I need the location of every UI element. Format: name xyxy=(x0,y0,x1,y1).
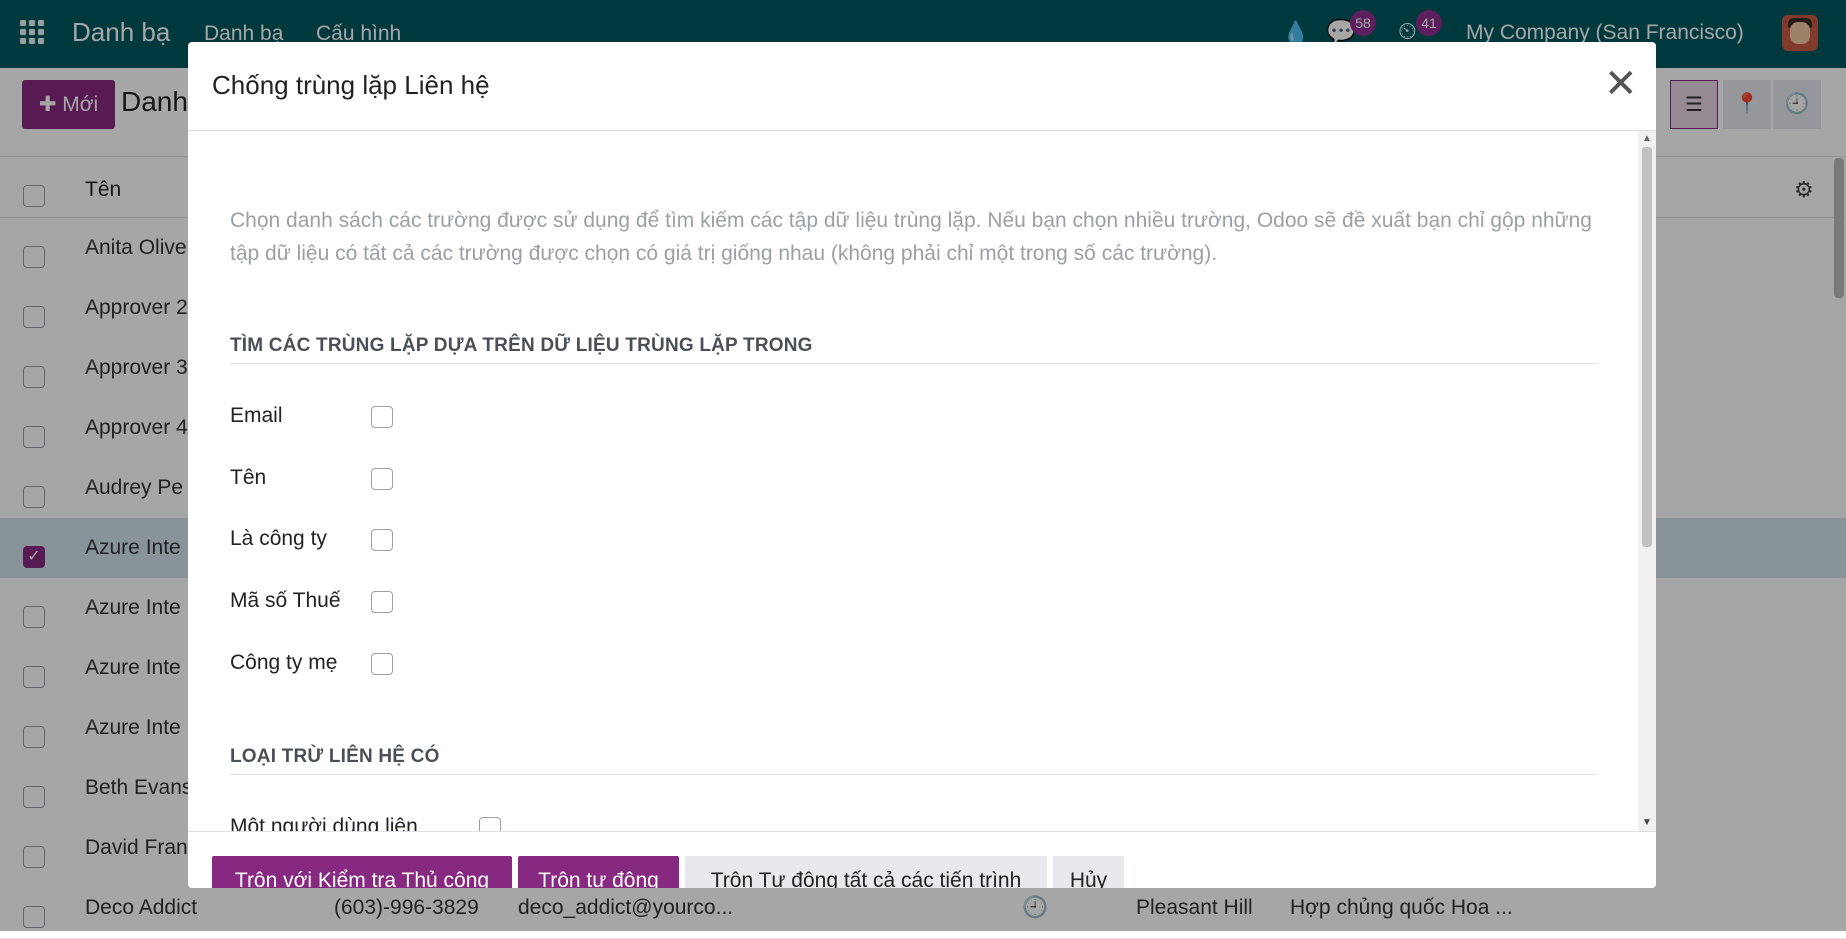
merge-contacts-dialog: Chống trùng lặp Liên hệ ✕ Chọn danh sách… xyxy=(188,42,1656,888)
section-duplicate-fields: TÌM CÁC TRÙNG LẶP DỰA TRÊN DỮ LIỆU TRÙNG… xyxy=(230,335,813,356)
field-label-email: Email xyxy=(230,404,283,427)
field-label-name: Tên xyxy=(230,466,267,489)
field-label-vat: Mã số Thuế xyxy=(230,589,341,612)
section-divider xyxy=(230,774,1598,775)
dialog-scrollbar-thumb[interactable] xyxy=(1642,147,1652,547)
user-linked-checkbox[interactable] xyxy=(479,817,501,831)
dialog-footer: Trộn với Kiểm tra Thủ công Trộn tự động … xyxy=(188,831,1656,888)
dialog-header: Chống trùng lặp Liên hệ ✕ xyxy=(188,42,1656,131)
field-label-parent-company: Công ty mẹ xyxy=(230,651,338,674)
parent-company-checkbox[interactable] xyxy=(371,653,393,675)
dialog-body: Chọn danh sách các trường được sử dụng đ… xyxy=(188,131,1638,831)
field-label-is-company: Là công ty xyxy=(230,527,327,550)
vat-checkbox[interactable] xyxy=(371,591,393,613)
field-label-user-linked: Một người dùng liên xyxy=(230,815,418,831)
close-icon[interactable]: ✕ xyxy=(1604,64,1638,104)
dialog-title: Chống trùng lặp Liên hệ xyxy=(212,70,490,100)
dialog-scrollbar[interactable]: ▲ ▼ xyxy=(1638,131,1656,831)
section-exclude-contacts: LOẠI TRỪ LIÊN HỆ CÓ xyxy=(230,746,440,767)
cancel-button[interactable]: Hủy xyxy=(1053,856,1124,888)
section-divider xyxy=(230,363,1598,364)
name-checkbox[interactable] xyxy=(371,468,393,490)
dialog-intro-text: Chọn danh sách các trường được sử dụng đ… xyxy=(230,209,1592,265)
merge-auto-button[interactable]: Trộn tự động xyxy=(518,856,679,888)
scroll-down-arrow-icon[interactable]: ▼ xyxy=(1642,817,1652,828)
is-company-checkbox[interactable] xyxy=(371,529,393,551)
merge-manual-button[interactable]: Trộn với Kiểm tra Thủ công xyxy=(212,856,512,888)
scroll-up-arrow-icon[interactable]: ▲ xyxy=(1642,133,1652,144)
email-checkbox[interactable] xyxy=(371,406,393,428)
merge-auto-all-button[interactable]: Trộn Tự động tất cả các tiến trình xyxy=(685,856,1047,888)
